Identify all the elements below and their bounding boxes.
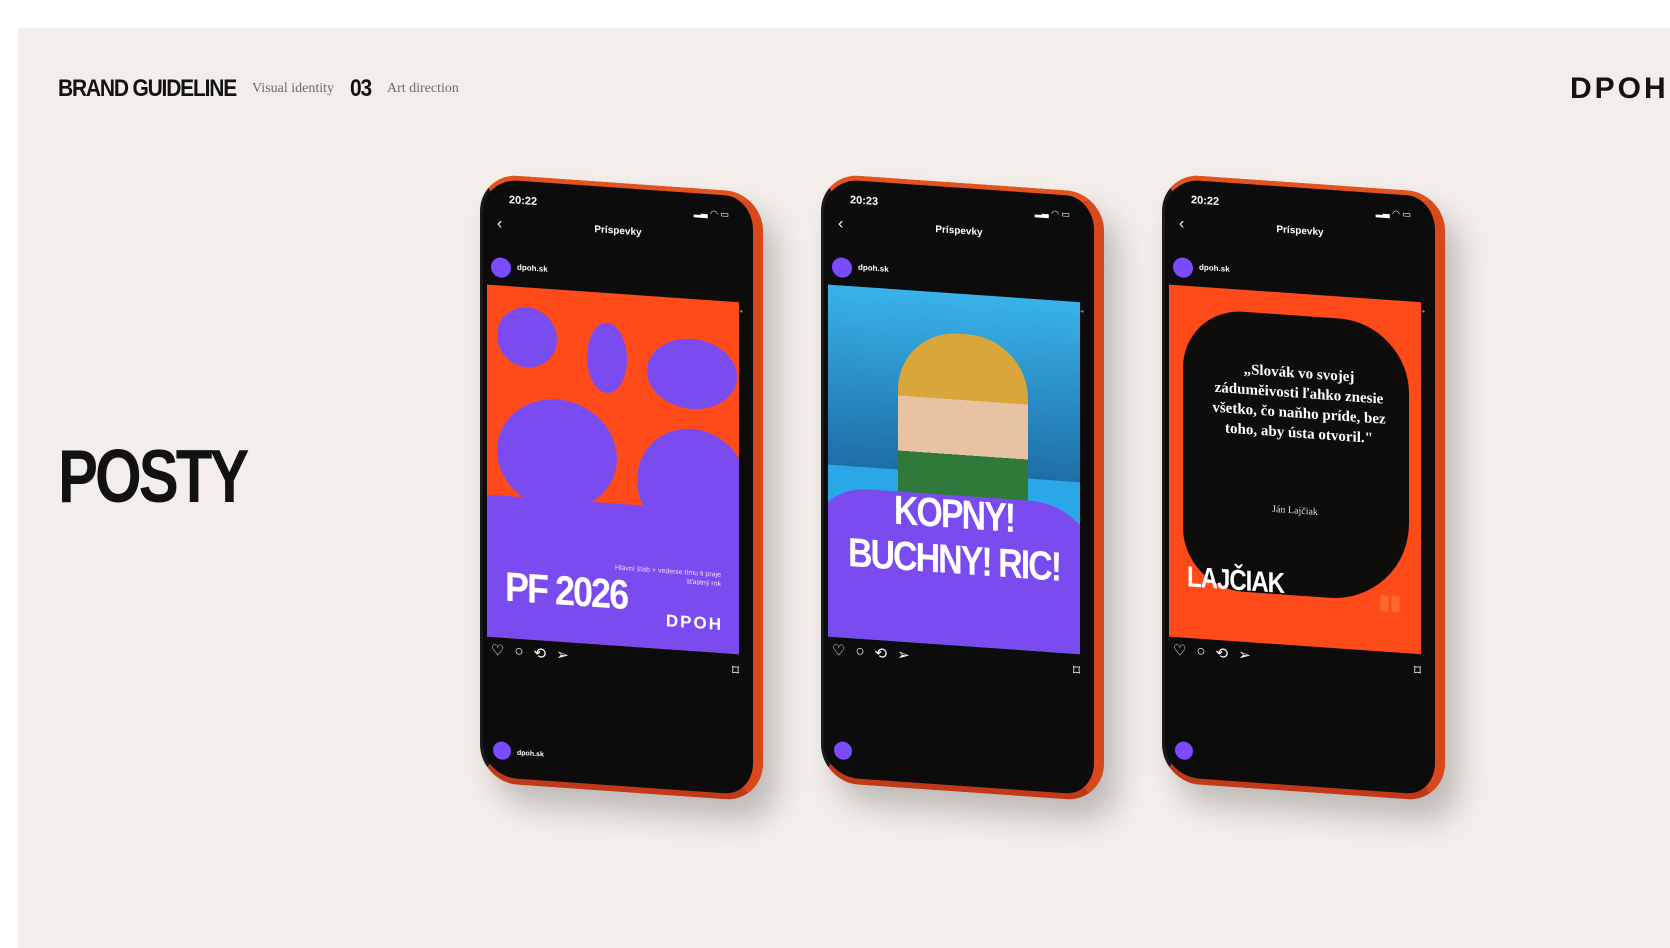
status-icons: ▂▃ ◠ ▭ — [1375, 207, 1411, 220]
account-name[interactable]: dpoh.sk — [1199, 263, 1230, 274]
phone-mockup-3: 20:22 ▂▃ ◠ ▭ ‹ Príspevky dpoh.sk ••• „Sl… — [1162, 173, 1445, 802]
header: BRAND GUIDELINE Visual identity 03 Art d… — [58, 74, 459, 104]
avatar[interactable] — [491, 256, 511, 279]
bookmark-icon[interactable]: ⌑ — [1414, 662, 1421, 680]
brand-guideline-label: BRAND GUIDELINE — [58, 75, 237, 102]
purple-blob — [587, 321, 627, 395]
send-icon[interactable]: ➢ — [897, 645, 910, 664]
section-number: 03 — [350, 75, 372, 102]
logo-mark: ▮▮ — [1378, 591, 1401, 615]
comment-icon[interactable]: ○ — [855, 643, 864, 662]
avatar — [493, 741, 511, 761]
post-actions: ♡ ○ ⟲ ➢ — [491, 641, 569, 664]
post-title: LAJČIAK — [1187, 561, 1285, 601]
comment-icon[interactable]: ○ — [1196, 643, 1205, 662]
post-actions: ♡ ○ ⟲ ➢ — [832, 641, 910, 664]
status-icons: ▂▃ ◠ ▭ — [693, 207, 729, 220]
section-label: Visual identity — [252, 81, 334, 96]
repost-icon[interactable]: ⟲ — [1216, 644, 1229, 663]
heart-icon[interactable]: ♡ — [1173, 641, 1186, 660]
brand-logo: DPOH — [1570, 72, 1669, 105]
post-image: KOPNY! BUCHNY! RIC! — [828, 284, 1080, 655]
purple-blob — [647, 335, 737, 413]
avatar[interactable] — [832, 256, 852, 279]
post-actions: ♡ ○ ⟲ ➢ — [1173, 641, 1251, 664]
avatar — [1175, 741, 1193, 761]
repost-icon[interactable]: ⟲ — [534, 644, 547, 663]
nav-title: Príspevky — [594, 224, 642, 239]
status-time: 20:23 — [850, 194, 879, 209]
account-name[interactable]: dpoh.sk — [517, 263, 548, 274]
heart-icon[interactable]: ♡ — [832, 641, 845, 660]
nav-title: Príspevky — [1276, 224, 1324, 239]
post-title: PF 2026 — [505, 562, 628, 619]
send-icon[interactable]: ➢ — [556, 645, 569, 664]
status-time: 20:22 — [1191, 194, 1220, 209]
repost-icon[interactable]: ⟲ — [875, 644, 888, 663]
status-time: 20:22 — [509, 194, 538, 209]
phone-mockup-1: 20:22 ▂▃ ◠ ▭ ‹ Príspevky dpoh.sk ••• PF … — [480, 173, 763, 802]
avatar[interactable] — [1173, 256, 1193, 279]
status-icons: ▂▃ ◠ ▭ — [1034, 207, 1070, 220]
canvas: BRAND GUIDELINE Visual identity 03 Art d… — [18, 28, 1670, 948]
page-title: POSTY — [58, 434, 249, 518]
bookmark-icon[interactable]: ⌑ — [1073, 662, 1080, 680]
nav-title: Príspevky — [935, 224, 983, 239]
heart-icon[interactable]: ♡ — [491, 641, 504, 660]
avatar — [834, 741, 852, 761]
comment-account[interactable]: dpoh.sk — [517, 750, 544, 759]
post-logo: DPOH — [665, 611, 723, 635]
purple-blob — [497, 305, 557, 370]
post-quote: „Slovák vo svojej záduměivosti ľahko zne… — [1212, 361, 1386, 447]
black-cloud-shape — [1183, 307, 1409, 604]
send-icon[interactable]: ➢ — [1238, 645, 1251, 664]
post-title: KOPNY! BUCHNY! RIC! — [847, 487, 1061, 591]
phone-mockup-2: 20:23 ▂▃ ◠ ▭ ‹ Príspevky dpoh.sk ••• KOP… — [821, 173, 1104, 802]
subsection-label: Art direction — [386, 81, 459, 96]
post-image: PF 2026 Hlavní štáb + vedenie tímu ti pr… — [487, 284, 739, 655]
bookmark-icon[interactable]: ⌑ — [732, 662, 739, 680]
comment-icon[interactable]: ○ — [514, 643, 523, 662]
post-image: „Slovák vo svojej záduměivosti ľahko zne… — [1169, 284, 1421, 655]
account-name[interactable]: dpoh.sk — [858, 263, 889, 274]
